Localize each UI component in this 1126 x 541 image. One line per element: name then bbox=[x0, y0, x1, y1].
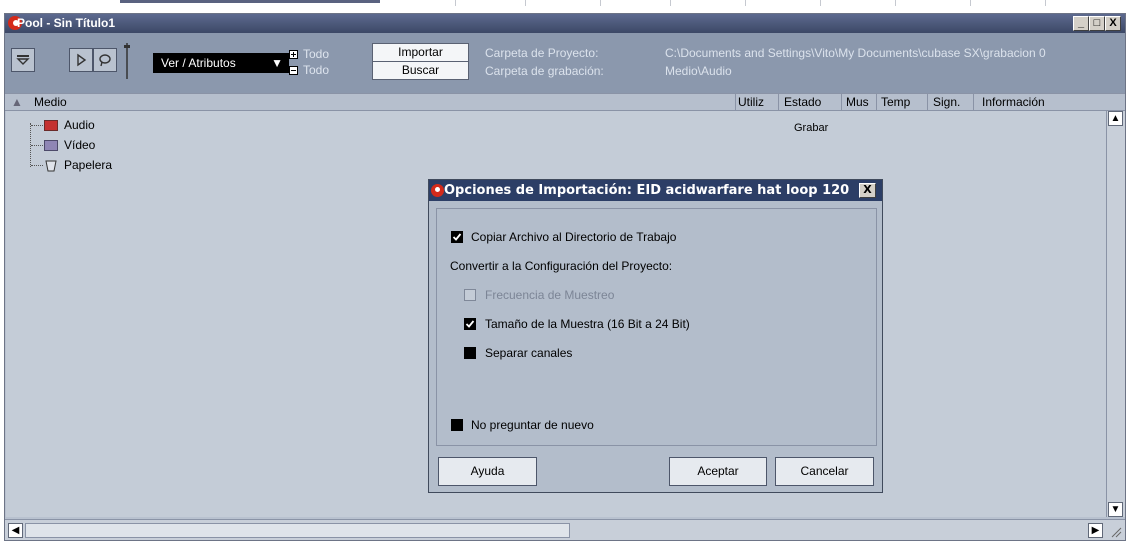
plus-box-icon bbox=[289, 50, 298, 59]
minus-box-icon bbox=[289, 66, 298, 75]
sample-size-label: Tamaño de la Muestra (16 Bit a 24 Bit) bbox=[485, 317, 690, 331]
sort-arrow-icon: ▲ bbox=[11, 95, 23, 109]
tree-item-video[interactable]: Vídeo bbox=[64, 138, 95, 152]
project-folder-label: Carpeta de Proyecto: bbox=[485, 46, 599, 60]
search-button[interactable]: Buscar bbox=[372, 61, 469, 80]
chevron-down-icon: ▼ bbox=[271, 56, 283, 70]
resize-grip-icon[interactable] bbox=[1108, 524, 1122, 538]
horizontal-scrollbar[interactable]: ◀ ▶ bbox=[5, 519, 1125, 540]
project-folder-path: C:\Documents and Settings\Vito\My Docume… bbox=[665, 46, 1046, 60]
loop-icon[interactable] bbox=[93, 48, 117, 72]
convert-heading: Convertir a la Configuración del Proyect… bbox=[450, 259, 673, 273]
minimize-button[interactable]: _ bbox=[1073, 16, 1089, 31]
scroll-right-icon[interactable]: ▶ bbox=[1088, 523, 1103, 538]
close-button[interactable]: X bbox=[1105, 16, 1121, 31]
vertical-scrollbar[interactable]: ▲ ▼ bbox=[1106, 111, 1125, 517]
dialog-close-button[interactable]: X bbox=[859, 183, 876, 198]
window-titlebar[interactable]: Pool - Sin Título1 _ □ X bbox=[5, 14, 1125, 33]
filter-icon[interactable] bbox=[11, 48, 35, 72]
audio-folder-icon bbox=[44, 120, 58, 131]
cubase-logo-icon bbox=[431, 184, 444, 197]
dialog-titlebar[interactable]: Opciones de Importación: EID acidwarfare… bbox=[429, 180, 882, 201]
scroll-up-icon[interactable]: ▲ bbox=[1108, 111, 1123, 126]
import-options-dialog: Opciones de Importación: EID acidwarfare… bbox=[428, 179, 883, 493]
column-utiliz[interactable]: Utiliz bbox=[738, 95, 776, 109]
copy-file-label: Copiar Archivo al Directorio de Trabajo bbox=[471, 230, 677, 244]
top-edge-strip bbox=[0, 0, 1126, 13]
sample-size-checkbox[interactable] bbox=[464, 318, 476, 330]
tree-item-audio[interactable]: Audio bbox=[64, 118, 95, 132]
help-button[interactable]: Ayuda bbox=[438, 457, 537, 486]
expand-all-label: Todo bbox=[303, 47, 330, 61]
column-tempo[interactable]: Temp bbox=[881, 95, 925, 109]
status-grabar: Grabar bbox=[794, 122, 829, 134]
record-folder-path: Medio\Audio bbox=[665, 64, 732, 78]
split-channels-label: Separar canales bbox=[485, 346, 573, 360]
column-medio[interactable]: Medio bbox=[34, 95, 67, 109]
video-folder-icon bbox=[44, 140, 58, 151]
dialog-title: Opciones de Importación: EID acidwarfare… bbox=[444, 183, 850, 198]
copy-file-checkbox[interactable] bbox=[451, 231, 463, 243]
sample-rate-label: Frecuencia de Muestreo bbox=[485, 288, 615, 302]
view-attributes-select[interactable]: Ver / Atributos ▼ bbox=[153, 53, 289, 73]
trash-icon bbox=[45, 158, 57, 175]
horizontal-scroll-thumb[interactable] bbox=[25, 523, 570, 538]
column-header-bar: ▲ Medio Utiliz Estado Mus Temp Sign. Inf… bbox=[5, 93, 1125, 111]
column-sign[interactable]: Sign. bbox=[933, 95, 960, 109]
dont-ask-label: No preguntar de nuevo bbox=[471, 418, 594, 432]
split-channels-checkbox[interactable] bbox=[464, 347, 476, 359]
scroll-down-icon[interactable]: ▼ bbox=[1108, 502, 1123, 517]
maximize-button[interactable]: □ bbox=[1089, 16, 1105, 31]
column-mus[interactable]: Mus bbox=[846, 95, 869, 109]
collapse-all-label: Todo bbox=[303, 63, 330, 77]
sample-rate-checkbox[interactable] bbox=[464, 289, 476, 301]
import-button[interactable]: Importar bbox=[372, 43, 469, 62]
accept-button[interactable]: Aceptar bbox=[669, 457, 767, 486]
record-folder-label: Carpeta de grabación: bbox=[485, 64, 604, 78]
dont-ask-checkbox[interactable] bbox=[451, 419, 463, 431]
volume-fader-icon[interactable] bbox=[121, 41, 133, 81]
view-select-value: Ver / Atributos bbox=[161, 56, 236, 70]
pool-toolbar: Ver / Atributos ▼ Todo Todo Importar Bus… bbox=[5, 33, 1125, 93]
scroll-left-icon[interactable]: ◀ bbox=[8, 523, 23, 538]
expand-all-toggle[interactable]: Todo bbox=[289, 47, 329, 61]
cancel-button[interactable]: Cancelar bbox=[775, 457, 874, 486]
tree-item-trash[interactable]: Papelera bbox=[64, 158, 112, 172]
collapse-all-toggle[interactable]: Todo bbox=[289, 63, 329, 77]
window-title: Pool - Sin Título1 bbox=[17, 16, 115, 30]
column-estado[interactable]: Estado bbox=[784, 95, 821, 109]
column-informacion[interactable]: Información bbox=[982, 95, 1045, 109]
play-icon[interactable] bbox=[69, 48, 93, 72]
